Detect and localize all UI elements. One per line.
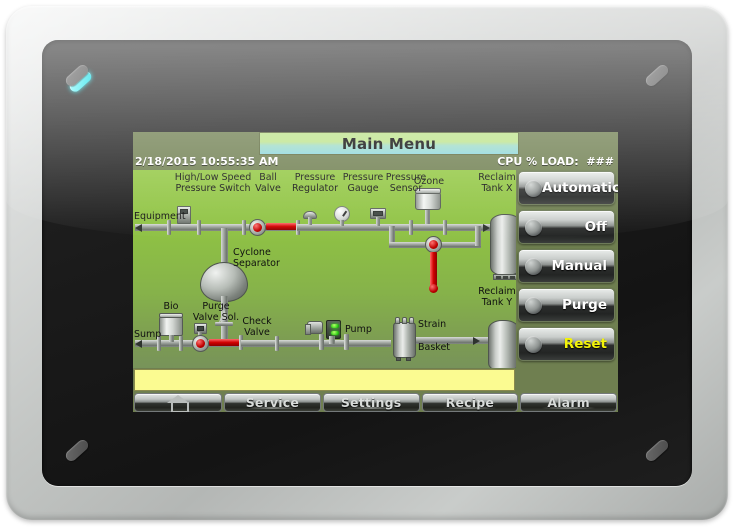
home-icon: [167, 395, 189, 411]
mode-button-label: Purge: [542, 297, 614, 313]
mode-button-panel: Automatic Off Manual Purge Reset: [516, 170, 618, 368]
reclaim-tank-x-icon: [490, 214, 516, 276]
bottom-navigation-bar: Service Settings Recipe Alarm: [133, 393, 618, 412]
flow-arrow-left-top: [135, 224, 142, 232]
screw-bottom-left-icon: [64, 438, 91, 464]
reset-indicator-icon: [525, 336, 542, 353]
ball-valve-stem: [266, 223, 297, 230]
message-bar: [134, 369, 515, 391]
flange: [319, 334, 324, 350]
mode-button-label: Automatic: [542, 180, 618, 196]
mode-button-automatic[interactable]: Automatic: [518, 171, 615, 205]
strainer-basket-icon: [393, 322, 416, 358]
label-ozone: Ozone: [410, 177, 448, 188]
label-sump: Sump: [134, 330, 161, 341]
mode-button-purge[interactable]: Purge: [518, 288, 615, 322]
label-ball-valve: Ball Valve: [251, 173, 285, 194]
ball-valve-icon: [249, 219, 266, 236]
flange: [443, 220, 447, 235]
ozone-valve-handle: [429, 284, 438, 293]
mode-button-label: Off: [542, 219, 614, 235]
automatic-indicator-icon: [525, 180, 542, 197]
sensor-stem: [376, 217, 380, 226]
process-diagram: Equipment High/Low Speed Pressure Switch…: [133, 170, 516, 368]
nav-underline: [542, 407, 595, 409]
datetime-display: 2/18/2015 10:55:35 AM: [135, 155, 278, 168]
label-cyclone-separator: Cyclone Separator: [233, 248, 293, 269]
label-pressure-gauge: Pressure Gauge: [340, 173, 386, 194]
ozone-downpipe: [425, 210, 430, 224]
bio-downpipe: [169, 335, 174, 342]
status-row: 2/18/2015 10:55:35 AM CPU % LOAD: ###: [133, 155, 618, 170]
bio-tank-icon: [159, 316, 183, 336]
label-pump: Pump: [345, 325, 372, 336]
purge-valve-stem: [209, 339, 240, 346]
mode-button-reset[interactable]: Reset: [518, 327, 615, 361]
mode-button-off[interactable]: Off: [518, 210, 615, 244]
reclaim-tank-y-icon: [488, 320, 516, 368]
label-pressure-regulator: Pressure Regulator: [288, 173, 342, 194]
page-title: Main Menu: [342, 135, 436, 153]
nav-underline: [246, 407, 299, 409]
ozone-valve-icon: [425, 236, 442, 253]
flange: [409, 220, 413, 235]
pipe-bottom-right: [241, 340, 391, 347]
purge-valve-icon: [192, 335, 209, 352]
nav-button-home[interactable]: [134, 393, 222, 412]
off-indicator-icon: [525, 219, 542, 236]
title-bar: Main Menu: [259, 132, 519, 155]
nav-button-recipe[interactable]: Recipe: [422, 393, 519, 412]
label-strainer: Strain: [418, 320, 446, 331]
purge-indicator-icon: [525, 297, 542, 314]
screw-bottom-right-icon: [644, 438, 671, 464]
label-bio: Bio: [157, 302, 185, 313]
nav-button-alarm[interactable]: Alarm: [520, 393, 617, 412]
label-basket: Basket: [418, 343, 450, 354]
cpu-load-label: CPU % LOAD:: [497, 155, 578, 168]
flow-arrow-tank-x: [483, 224, 490, 232]
display-bezel: Main Menu 2/18/2015 10:55:35 AM CPU % LO…: [42, 40, 692, 486]
flow-arrow-tank-y: [473, 337, 480, 345]
mode-button-label: Manual: [542, 258, 614, 274]
pump-downpipe: [329, 336, 335, 344]
lcd-screen: Main Menu 2/18/2015 10:55:35 AM CPU % LO…: [133, 132, 618, 412]
label-check-valve: Check Valve: [237, 317, 277, 338]
flange: [344, 334, 349, 350]
mode-button-manual[interactable]: Manual: [518, 249, 615, 283]
ozone-valve-stem: [430, 252, 437, 286]
regulator-stem: [308, 217, 312, 225]
ozone-generator-icon: [415, 192, 441, 210]
label-reclaim-tank-x: Reclaim Tank X: [473, 173, 516, 194]
nav-button-service[interactable]: Service: [224, 393, 321, 412]
flange: [197, 220, 201, 235]
manual-indicator-icon: [525, 258, 542, 275]
cpu-load-value: ###: [586, 155, 614, 168]
nav-underline: [443, 407, 496, 409]
flow-arrow-left-bottom: [135, 340, 142, 348]
cpu-load-display: CPU % LOAD: ###: [497, 155, 614, 168]
flange: [242, 220, 246, 235]
screw-top-right-icon: [644, 63, 671, 89]
flange: [275, 336, 279, 351]
gauge-stem: [340, 220, 344, 226]
flange: [179, 336, 183, 351]
hmi-device-enclosure: Main Menu 2/18/2015 10:55:35 AM CPU % LO…: [6, 6, 728, 520]
label-equipment: Equipment: [134, 212, 186, 223]
nav-button-settings[interactable]: Settings: [323, 393, 420, 412]
mode-button-label: Reset: [542, 336, 614, 352]
pump-motor-icon: [307, 321, 323, 334]
label-reclaim-tank-y: Reclaim Tank Y: [473, 287, 516, 308]
nav-underline: [345, 407, 398, 409]
